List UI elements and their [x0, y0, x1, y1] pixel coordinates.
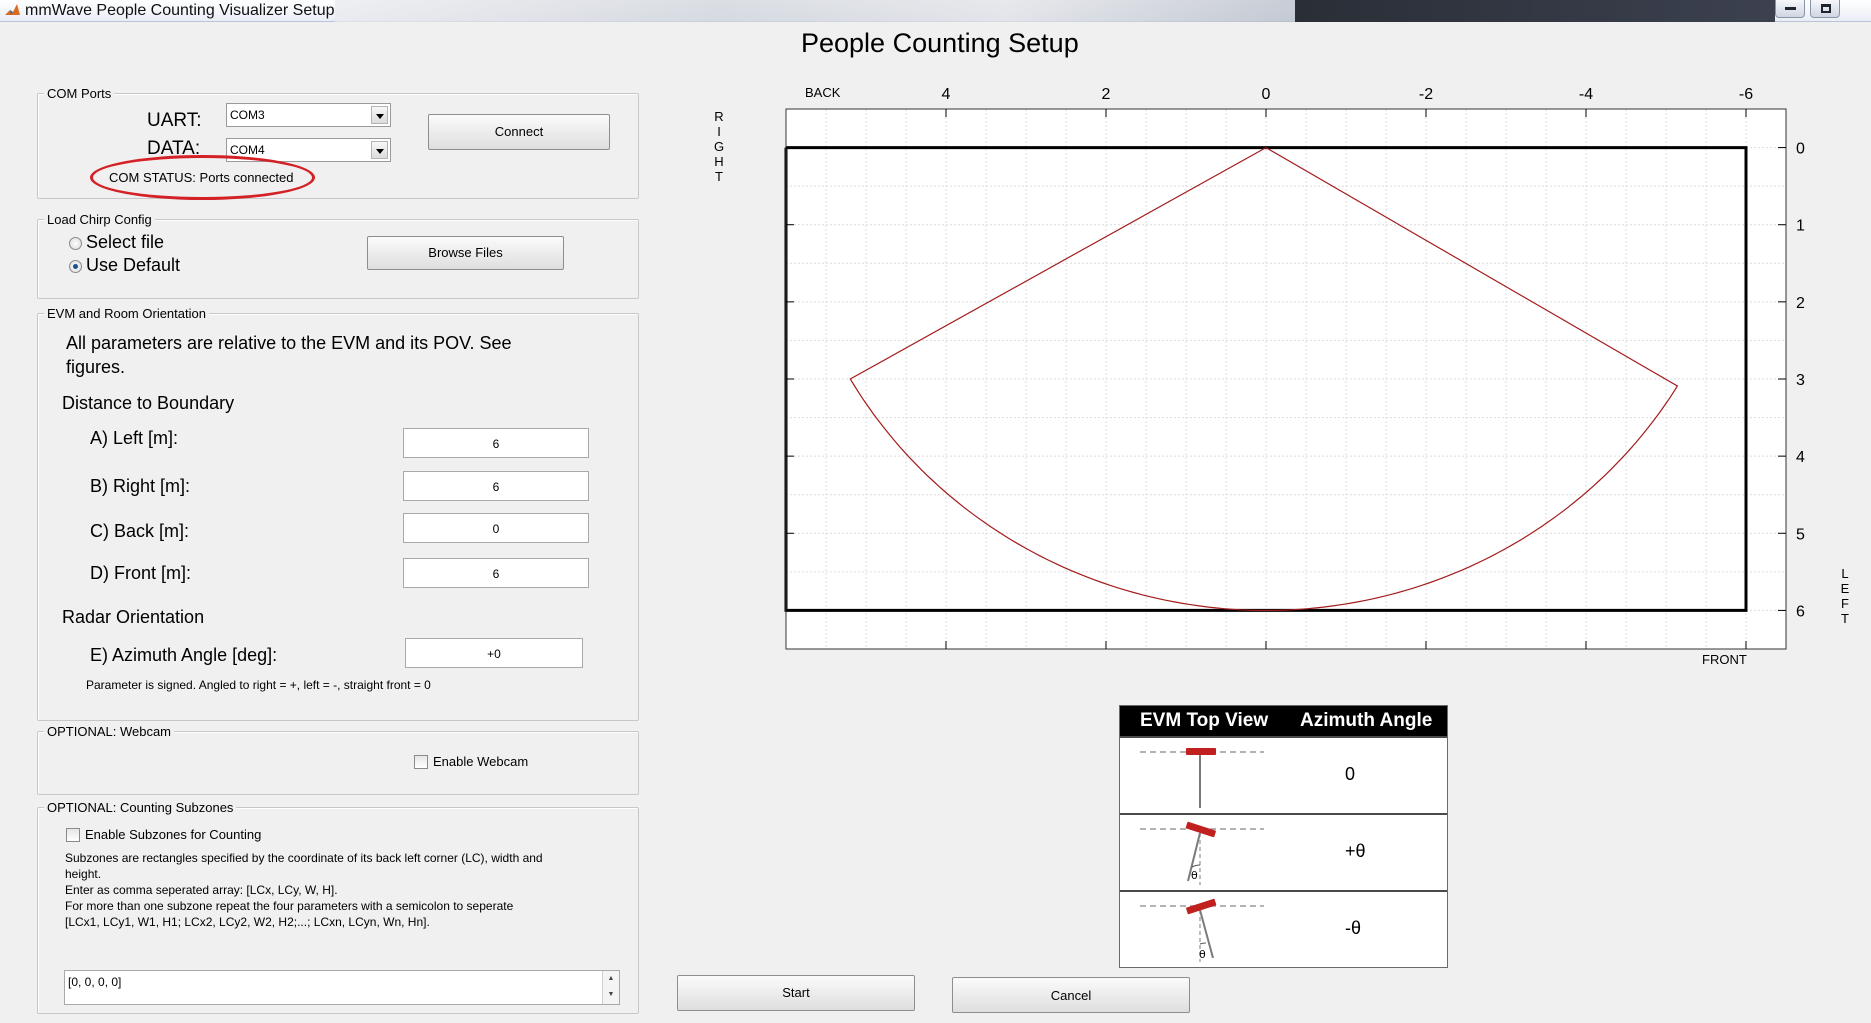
- azimuth-angle-header: Azimuth Angle: [1300, 710, 1433, 731]
- subzones-help-line: For more than one subzone repeat the fou…: [65, 899, 514, 913]
- minimize-icon: [1785, 7, 1796, 10]
- distance-heading: Distance to Boundary: [62, 393, 235, 413]
- data-select-value: COM4: [230, 143, 265, 157]
- chirp-config-legend: Load Chirp Config: [44, 212, 155, 227]
- x-tick-label: -6: [1739, 86, 1753, 103]
- page-title: People Counting Setup: [801, 28, 1079, 58]
- back-distance-label: C) Back [m]:: [90, 521, 190, 541]
- x-tick-label: 4: [942, 86, 951, 103]
- y-tick-label: 0: [1796, 141, 1805, 158]
- x-tick-label: 0: [1262, 86, 1271, 103]
- right-distance-input[interactable]: 6: [403, 471, 589, 501]
- webcam-legend: OPTIONAL: Webcam: [44, 724, 175, 739]
- azimuth-angle-label: E) Azimuth Angle [deg]:: [90, 645, 278, 665]
- theta-label: θ: [1199, 948, 1206, 961]
- front-distance-label: D) Front [m]:: [90, 563, 192, 583]
- subzones-help-line: [LCx1, LCy1, W1, H1; LCx2, LCy2, W2, H2;…: [65, 915, 430, 929]
- y-tick-label: 4: [1796, 449, 1805, 466]
- left-axis-label: LEFT: [1841, 566, 1850, 626]
- orientation-intro-line1: All parameters are relative to the EVM a…: [66, 333, 512, 353]
- plot-grid: [785, 108, 1787, 650]
- background-taskbar-strip: [335, 0, 1295, 22]
- enable-webcam-checkbox[interactable]: [414, 755, 428, 769]
- theta-label: θ: [1191, 869, 1198, 882]
- front-distance-input[interactable]: 6: [403, 558, 589, 588]
- chevron-down-icon[interactable]: [371, 141, 388, 159]
- evm-row-positive: θ +θ: [1120, 813, 1447, 890]
- subzones-help-line: height.: [65, 867, 102, 881]
- subzones-input[interactable]: [0, 0, 0, 0] ▲ ▼: [64, 970, 620, 1005]
- x-tick-label: -4: [1579, 86, 1593, 103]
- chevron-down-icon[interactable]: [371, 106, 388, 124]
- use-default-label: Use Default: [86, 255, 181, 275]
- browse-files-button[interactable]: Browse Files: [367, 236, 564, 270]
- evm-azimuth-table: EVM Top View Azimuth Angle 0 θ +θ θ -θ: [1119, 705, 1448, 968]
- right-distance-label: B) Right [m]:: [90, 476, 191, 496]
- enable-subzones-label: Enable Subzones for Counting: [85, 827, 262, 842]
- subzones-help-line: Enter as comma seperated array: [LCx, LC…: [65, 883, 338, 897]
- x-tick-label: -2: [1419, 86, 1433, 103]
- uart-select-value: COM3: [230, 108, 265, 122]
- evm-top-view-header: EVM Top View: [1140, 710, 1269, 731]
- subzones-input-scrollbar[interactable]: ▲ ▼: [602, 971, 619, 1004]
- scroll-up-icon[interactable]: ▲: [603, 971, 619, 987]
- select-file-radio[interactable]: [69, 237, 82, 250]
- left-distance-input[interactable]: 6: [403, 428, 589, 458]
- evm-negative-angle-diagram: θ: [1140, 898, 1264, 962]
- maximize-icon: [1821, 4, 1831, 13]
- azimuth-value-zero: 0: [1345, 764, 1356, 784]
- com-status-highlight-ring: [90, 155, 315, 200]
- uart-label: UART:: [147, 110, 202, 131]
- uart-select[interactable]: COM3: [226, 103, 391, 127]
- evm-positive-angle-diagram: θ: [1140, 821, 1264, 885]
- front-axis-label: FRONT: [1702, 652, 1747, 667]
- background-dark-strip: [1295, 0, 1775, 22]
- x-tick-label: 2: [1102, 86, 1111, 103]
- webcam-panel: OPTIONAL: Webcam: [37, 724, 639, 795]
- evm-table-header: EVM Top View Azimuth Angle: [1120, 706, 1447, 736]
- azimuth-angle-input[interactable]: +0: [405, 638, 583, 668]
- select-file-label: Select file: [86, 232, 165, 252]
- window-title: mmWave People Counting Visualizer Setup: [25, 2, 335, 19]
- com-ports-legend: COM Ports: [44, 86, 115, 101]
- orientation-intro-line2: figures.: [66, 357, 126, 377]
- left-distance-label: A) Left [m]:: [90, 428, 179, 448]
- subzones-help: Subzones are rectangles specified by the…: [65, 850, 625, 930]
- back-axis-label: BACK: [805, 85, 841, 100]
- use-default-radio[interactable]: [69, 260, 82, 273]
- start-button[interactable]: Start: [677, 975, 915, 1011]
- evm-straight-diagram: [1140, 748, 1264, 808]
- subzones-input-value: [0, 0, 0, 0]: [68, 975, 122, 989]
- right-axis-label: RIGHT: [714, 109, 724, 184]
- title-bar: mmWave People Counting Visualizer Setup: [0, 0, 1871, 22]
- azimuth-value-negative: -θ: [1345, 918, 1362, 938]
- connect-button[interactable]: Connect: [428, 114, 610, 150]
- radar-orientation-heading: Radar Orientation: [62, 607, 205, 627]
- azimuth-value-positive: +θ: [1345, 841, 1366, 861]
- matlab-app-icon: [5, 4, 20, 15]
- minimize-button[interactable]: [1775, 0, 1805, 18]
- maximize-button[interactable]: [1810, 0, 1840, 18]
- room-coverage-plot: 4 2 0 -2 -4 -6 0 1 2 3 4 5 6 BACK FRONT R I G H T L E F T: [714, 85, 1850, 667]
- enable-subzones-checkbox[interactable]: [66, 828, 80, 842]
- evm-row-zero: 0: [1120, 736, 1447, 813]
- back-distance-input[interactable]: 0: [403, 513, 589, 543]
- cancel-button[interactable]: Cancel: [952, 977, 1190, 1013]
- azimuth-note: Parameter is signed. Angled to right = +…: [86, 678, 431, 692]
- y-tick-label: 6: [1796, 603, 1805, 620]
- enable-webcam-label: Enable Webcam: [433, 754, 529, 769]
- subzones-help-line: Subzones are rectangles specified by the…: [65, 851, 543, 865]
- subzones-legend: OPTIONAL: Counting Subzones: [44, 800, 237, 815]
- scroll-down-icon[interactable]: ▼: [603, 987, 619, 1003]
- orientation-legend: EVM and Room Orientation: [44, 306, 209, 321]
- evm-row-negative: θ -θ: [1120, 890, 1447, 967]
- y-tick-label: 1: [1796, 218, 1805, 235]
- y-tick-label: 3: [1796, 372, 1805, 389]
- y-tick-label: 5: [1796, 526, 1805, 543]
- y-tick-label: 2: [1796, 295, 1805, 312]
